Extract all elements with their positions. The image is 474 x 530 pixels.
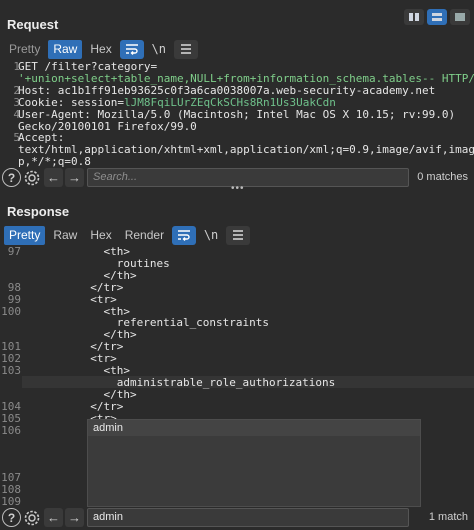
line-number: 1 bbox=[13, 61, 20, 73]
search-prev-icon[interactable]: ← bbox=[44, 168, 63, 187]
code-line: p,*/*;q=0.8 bbox=[18, 155, 91, 167]
help-icon[interactable]: ? bbox=[2, 508, 21, 527]
line-number: 97 bbox=[7, 246, 21, 258]
request-tab-hex[interactable]: Hex bbox=[85, 40, 116, 59]
request-search-input[interactable]: Search... bbox=[87, 168, 409, 187]
response-tabbar: Pretty Raw Hex Render \n bbox=[4, 225, 251, 245]
wrap-lines-icon[interactable] bbox=[172, 225, 197, 245]
layout-stacked-icon[interactable] bbox=[427, 9, 447, 25]
response-tab-hex[interactable]: Hex bbox=[85, 226, 116, 245]
line-number: 106 bbox=[1, 423, 21, 437]
autocomplete-item[interactable]: admin bbox=[88, 420, 420, 436]
line-number: 109 bbox=[1, 494, 21, 506]
settings-gear-icon[interactable] bbox=[22, 168, 41, 187]
panel-resize-handle[interactable]: ••• bbox=[231, 183, 245, 194]
line-number: 103 bbox=[1, 364, 21, 377]
settings-gear-icon[interactable] bbox=[22, 508, 41, 527]
response-title: Response bbox=[7, 204, 70, 219]
request-tab-pretty[interactable]: Pretty bbox=[4, 40, 45, 59]
request-editor[interactable]: 1 GET /filter?category= '+union+select+tab… bbox=[0, 61, 474, 167]
request-panel-header: Request bbox=[0, 12, 474, 38]
layout-switcher bbox=[404, 9, 470, 25]
response-match-count: 1 match bbox=[428, 511, 468, 523]
request-tab-raw[interactable]: Raw bbox=[48, 39, 83, 59]
request-title: Request bbox=[7, 17, 59, 32]
line-number: 4 bbox=[13, 107, 20, 121]
menu-icon[interactable] bbox=[226, 225, 251, 245]
search-next-icon[interactable]: → bbox=[65, 168, 84, 187]
search-prev-icon[interactable]: ← bbox=[44, 508, 63, 527]
wrap-lines-icon[interactable] bbox=[119, 39, 144, 59]
autocomplete-popup: admin bbox=[87, 419, 421, 507]
line-number: 5 bbox=[13, 131, 20, 145]
cookie-value: lJM8FqiLUrZEqCkSCHs8Rn1Us3UakCdn bbox=[123, 95, 336, 109]
request-tabbar: Pretty Raw Hex \n bbox=[4, 39, 198, 59]
response-tab-pretty[interactable]: Pretty bbox=[4, 225, 46, 245]
layout-tabs-icon[interactable] bbox=[450, 9, 470, 25]
response-search-input[interactable]: admin bbox=[87, 508, 409, 527]
response-tab-raw[interactable]: Raw bbox=[48, 226, 82, 245]
search-next-icon[interactable]: → bbox=[65, 508, 84, 527]
menu-icon[interactable] bbox=[173, 39, 198, 59]
newline-icon[interactable]: \n bbox=[199, 226, 223, 245]
newline-icon[interactable]: \n bbox=[147, 40, 171, 59]
response-search-bar: ? ← → admin 1 match bbox=[0, 507, 474, 529]
response-tab-render[interactable]: Render bbox=[120, 226, 169, 245]
request-match-count: 0 matches bbox=[417, 171, 468, 183]
layout-side-by-side-icon[interactable] bbox=[404, 9, 424, 25]
line-number: 100 bbox=[1, 304, 21, 318]
response-panel-header: Response bbox=[0, 199, 474, 225]
help-icon[interactable]: ? bbox=[2, 168, 21, 187]
